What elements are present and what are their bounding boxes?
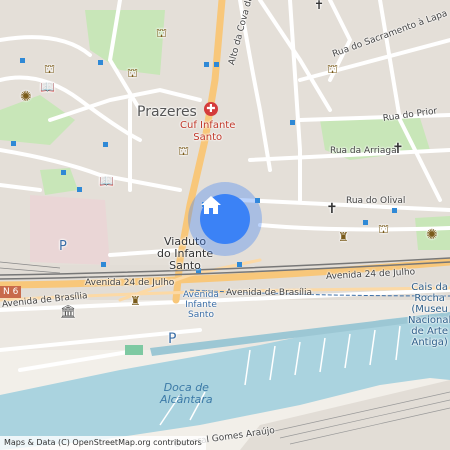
street-label-avenida-de-brasilia: Avenida de Brasília xyxy=(226,288,312,298)
library-icon[interactable]: 📖 xyxy=(40,81,55,93)
monument-icon[interactable]: ♜ xyxy=(130,295,141,307)
label-line: de Arte xyxy=(411,326,448,337)
parking-icon[interactable]: P xyxy=(168,332,176,346)
label-line: Nacional xyxy=(408,315,450,326)
label-cais-da-rocha-museu: Cais da Rocha (Museu Nacional de Arte An… xyxy=(408,282,450,348)
label-line: Cais da xyxy=(411,282,448,293)
church-icon[interactable]: ✝ xyxy=(326,202,338,216)
label-line: (Museu xyxy=(411,304,448,315)
museum-icon[interactable]: ⛫ xyxy=(378,223,389,235)
monument-icon[interactable]: ♜ xyxy=(338,231,349,243)
museum-icon[interactable]: ⛫ xyxy=(44,63,55,75)
label-viaduto-infante-santo: Viaduto do Infante Santo xyxy=(157,236,213,272)
label-line: Antiga) xyxy=(411,337,448,348)
place-label-prazeres: Prazeres xyxy=(137,104,197,120)
street-label-rua-da-arriaga: Rua da Arriaga xyxy=(330,146,397,156)
poi-label-line: Cuf Infante xyxy=(180,120,236,131)
government-building-icon[interactable]: 🏛 xyxy=(60,306,77,319)
viewpoint-icon[interactable]: ✺ xyxy=(426,228,438,242)
museum-icon[interactable]: ⛫ xyxy=(178,145,189,157)
label-line: Alcântara xyxy=(160,393,213,406)
church-icon[interactable]: ✝ xyxy=(314,0,324,11)
label-line: Avenida xyxy=(183,290,219,300)
street-label-avenida-24-de-julho: Avenida 24 de Julho xyxy=(85,278,175,288)
label-line: Infante xyxy=(185,300,217,310)
poi-label-cuf-infante-santo: Cuf Infante Santo xyxy=(180,120,235,144)
label-station-avenida-infante-santo: Avenida Infante Santo xyxy=(183,290,219,320)
poi-label-line: Santo xyxy=(193,132,223,143)
museum-icon[interactable]: ⛫ xyxy=(156,27,167,39)
current-location-marker[interactable] xyxy=(200,194,250,244)
map-viewport[interactable]: ✺ ✺ ⛫ ⛫ ⛫ ⛫ ⛫ ⛫ 📖 📖 ♜ ♜ 🏛 ✝ ✝ ✝ ✚ P P N … xyxy=(0,0,450,450)
museum-icon[interactable]: ⛫ xyxy=(127,67,138,79)
parking-icon[interactable]: P xyxy=(59,240,67,253)
street-label-rua-do-olival: Rua do Olival xyxy=(346,196,406,206)
library-icon[interactable]: 📖 xyxy=(99,175,114,187)
map-attribution[interactable]: Maps & Data (C) OpenStreetMap.org contri… xyxy=(0,436,206,450)
label-line: Santo xyxy=(187,310,214,320)
hospital-icon[interactable]: ✚ xyxy=(204,102,218,116)
museum-icon[interactable]: ⛫ xyxy=(327,63,338,75)
water-label-doca-de-alcantara: Doca de Alcântara xyxy=(160,382,213,406)
home-icon xyxy=(201,196,221,214)
viewpoint-icon[interactable]: ✺ xyxy=(20,90,32,104)
road-shield-n6: N 6 xyxy=(0,286,22,298)
label-line: Rocha xyxy=(414,293,445,304)
label-line: Santo xyxy=(169,259,201,272)
